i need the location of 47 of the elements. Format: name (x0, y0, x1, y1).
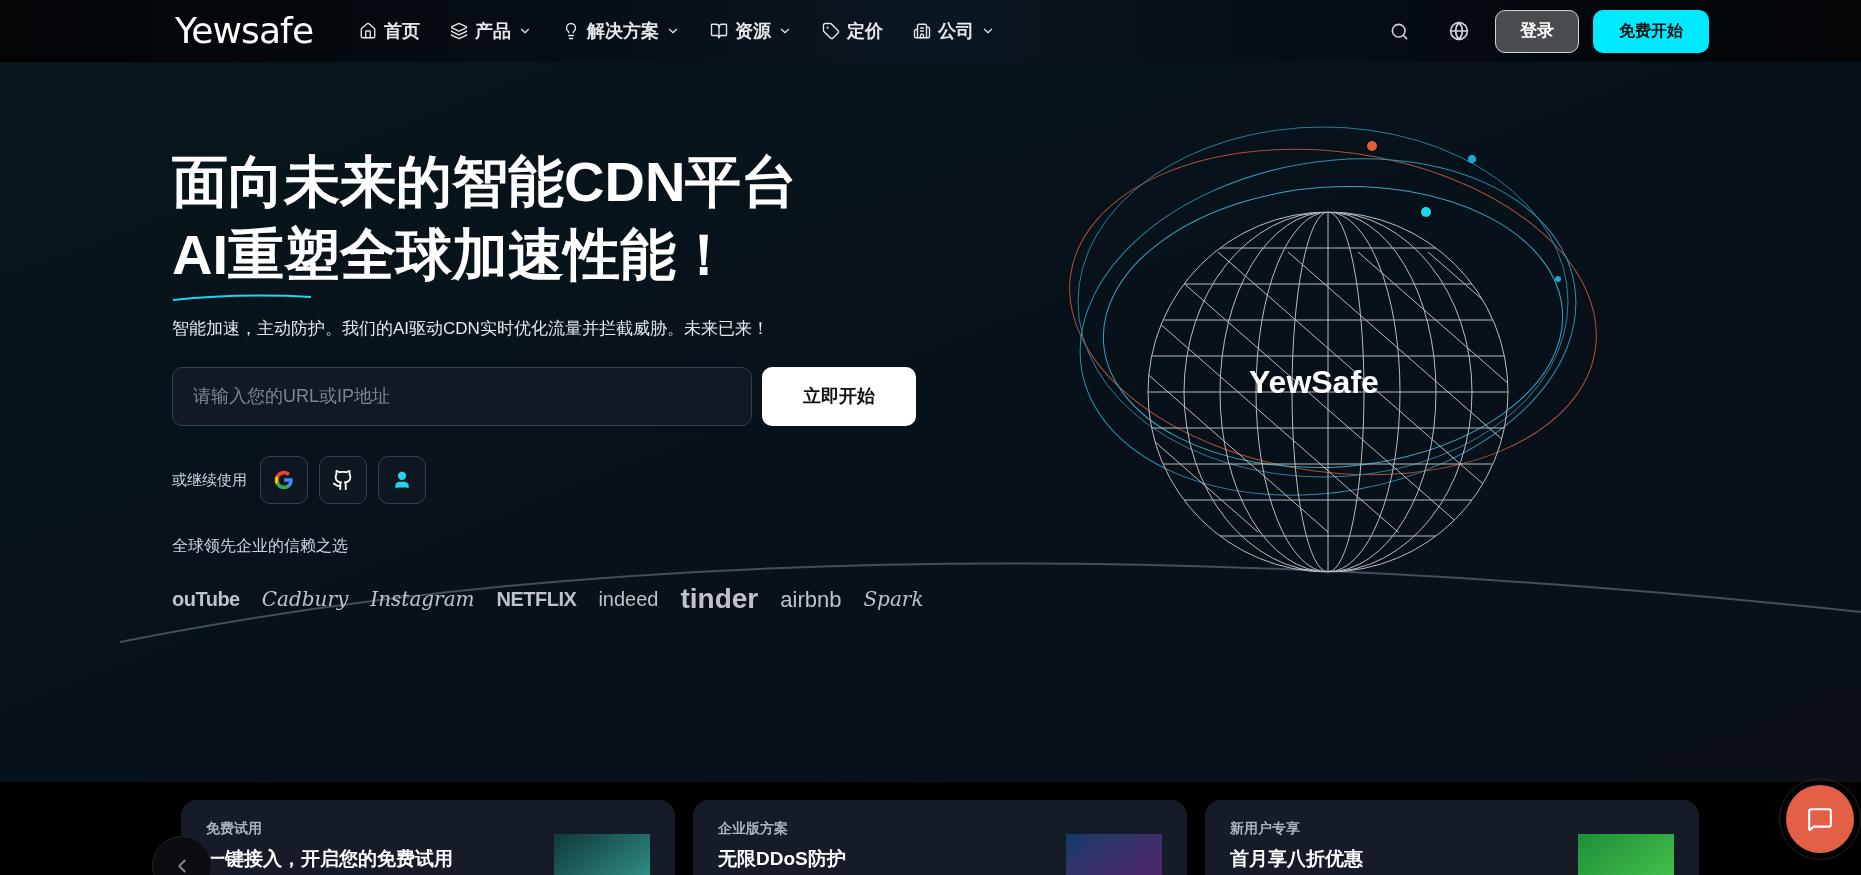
github-login-button[interactable] (319, 456, 367, 505)
hero-subtitle: 智能加速，主动防护。我们的AI驱动CDN实时优化流量并拦截威胁。未来已来！ (172, 317, 770, 340)
github-icon (332, 469, 354, 492)
free-start-button[interactable]: 免费开始 (1593, 9, 1709, 53)
promo-card[interactable]: 新用户专享 首月享八折优惠 (1205, 800, 1699, 875)
chat-button[interactable] (1786, 785, 1854, 853)
nav-menu-item[interactable]: 产品 (450, 17, 533, 45)
promo-card[interactable]: 企业版方案 无限DDoS防护 (693, 800, 1187, 875)
company-logo: Cadbury (261, 586, 349, 614)
trust-label: 全球领先企业的信赖之选 (172, 536, 348, 557)
nav-menu-item[interactable]: 公司 (913, 17, 996, 45)
url-input-field[interactable]: 请输入您的URL或IP地址 (172, 367, 752, 427)
company-logo: tinder (680, 582, 759, 617)
hero-headline: 面向未来的智能CDN平台 (172, 149, 799, 215)
company-logo: airbnb (780, 585, 842, 614)
company-logo: ouTube (172, 587, 240, 613)
globe-label: YewSafe (1249, 363, 1379, 402)
home-icon (359, 22, 378, 40)
search-icon[interactable] (1390, 21, 1409, 41)
google-login-button[interactable] (260, 456, 308, 505)
google-icon (273, 469, 295, 492)
building-icon (913, 22, 932, 40)
nav-menu-item[interactable]: 首页 (359, 17, 421, 45)
card-tag: 免费试用 (206, 818, 453, 839)
book-icon (710, 22, 729, 40)
layers-icon (450, 22, 469, 40)
nav-menu-item[interactable]: 解决方案 (562, 17, 681, 45)
company-logo: indeed (598, 587, 659, 613)
nav-menu-item[interactable]: 资源 (710, 17, 793, 45)
login-button[interactable]: 登录 (1495, 9, 1579, 53)
nav-menu-item[interactable]: 定价 (822, 17, 884, 45)
company-logo: NETFLIX (496, 587, 577, 613)
yewsafe-logo[interactable]: Yewsafe (175, 4, 314, 58)
start-now-button[interactable]: 立即开始 (762, 367, 916, 427)
continue-with-label: 或继续使用 (172, 469, 247, 490)
chat-icon (1807, 806, 1833, 832)
card-title: 首月享八折优惠 (1230, 847, 1363, 871)
user-login-button[interactable] (378, 456, 426, 505)
language-globe-icon[interactable] (1449, 21, 1469, 41)
company-logo: Instagram (370, 586, 475, 614)
card-title: 无限DDoS防护 (718, 847, 846, 871)
hero-headline: AI重塑全球加速性能！ (172, 221, 733, 288)
tag-icon (822, 22, 841, 40)
card-tag: 企业版方案 (718, 818, 846, 839)
company-logo: Spark (863, 586, 924, 614)
card-tag: 新用户专享 (1230, 818, 1363, 839)
user-icon (392, 470, 412, 491)
